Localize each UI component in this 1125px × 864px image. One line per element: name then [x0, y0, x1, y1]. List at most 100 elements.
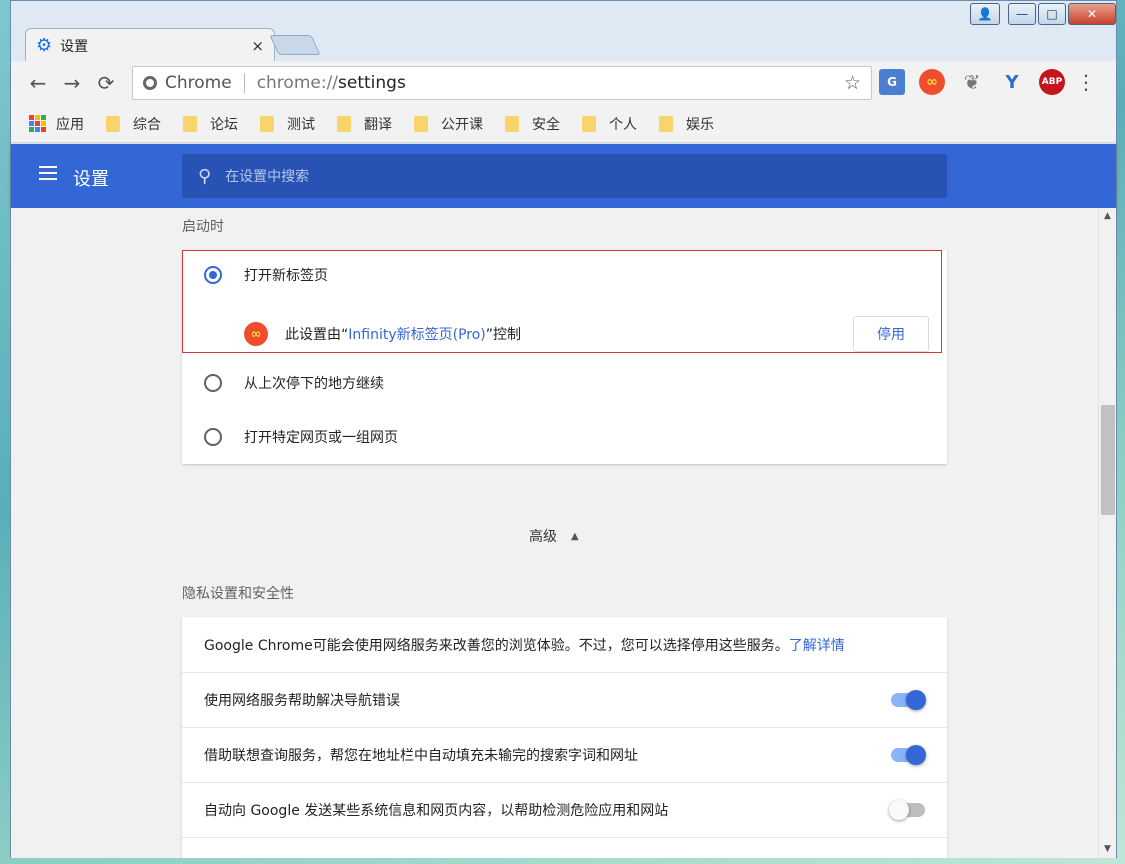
site-name: Chrome	[165, 73, 232, 93]
reload-button[interactable]: ⟳	[89, 71, 123, 95]
tab-title: 设置	[60, 38, 89, 55]
url-path: settings	[338, 73, 406, 93]
bookmark-label: 个人	[609, 116, 637, 133]
bookmark-label: 娱乐	[686, 116, 714, 133]
gear-icon: ⚙	[36, 35, 53, 56]
bookmark-label: 公开课	[441, 116, 483, 133]
privacy-toggle-row[interactable]: 借助联想查询服务，帮您在地址栏中自动填充未输完的搜索字词和网址	[182, 727, 947, 782]
toggle-switch[interactable]	[891, 745, 926, 765]
control-suffix: ”控制	[485, 327, 522, 343]
startup-option-specific-pages[interactable]: 打开特定网页或一组网页	[182, 410, 947, 464]
tab-strip: ⚙ 设置 × 👤 — □ ✕	[11, 1, 1116, 62]
infinity-extension-icon[interactable]: ∞	[919, 69, 945, 95]
settings-content: 启动时 打开新标签页 ∞ 此设置由“ Infinity新标签页(Pro) ”控制…	[11, 208, 1098, 858]
toggle-label: 自动向 Google 发送某些系统信息和网页内容，以帮助检测危险应用和网站	[204, 803, 669, 819]
page-title: 设置	[73, 169, 109, 190]
folder-icon	[183, 115, 197, 132]
radio-icon[interactable]	[204, 428, 222, 446]
disable-button[interactable]: 停用	[853, 316, 929, 352]
privacy-section-title: 隐私设置和安全性	[182, 586, 294, 602]
privacy-intro-text: Google Chrome可能会使用网络服务来改善您的浏览体验。不过，您可以选择…	[204, 635, 925, 655]
forward-button[interactable]: →	[55, 71, 89, 95]
bookmark-label: 论坛	[210, 116, 238, 133]
folder-icon	[260, 115, 274, 132]
bookmark-label: 翻译	[364, 116, 392, 133]
option-label: 打开新标签页	[244, 268, 328, 284]
control-prefix: 此设置由“	[285, 327, 349, 343]
bookmark-label: 应用	[56, 116, 84, 133]
close-window-button[interactable]: ✕	[1068, 3, 1116, 25]
option-label: 打开特定网页或一组网页	[244, 430, 398, 446]
toggle-label: 借助联想查询服务，帮您在地址栏中自动填充未输完的搜索字词和网址	[204, 748, 638, 764]
bookmark-folder[interactable]: 测试	[260, 114, 315, 134]
bookmark-folder[interactable]: 综合	[106, 114, 161, 134]
new-tab-button[interactable]	[269, 35, 321, 55]
advanced-label: 高级	[529, 529, 557, 545]
tab-close-button[interactable]: ×	[251, 37, 264, 55]
y-extension-icon[interactable]: Y	[999, 69, 1025, 95]
menu-icon[interactable]	[39, 166, 57, 184]
privacy-toggle-row[interactable]: 使用网络服务帮助解决导航错误	[182, 672, 947, 727]
bookmark-apps[interactable]: 应用	[29, 114, 84, 134]
toggle-switch[interactable]	[889, 800, 925, 820]
extension-name: Infinity新标签页(Pro)	[348, 327, 486, 343]
bookmark-label: 综合	[133, 116, 161, 133]
toggle-switch[interactable]	[891, 690, 926, 710]
advanced-toggle[interactable]: 高级 ▲	[529, 526, 579, 546]
bookmark-star-icon[interactable]: ☆	[844, 72, 861, 94]
radio-checked-icon[interactable]	[204, 266, 222, 284]
bookmark-label: 测试	[287, 116, 315, 133]
toggle-label: 使用网络服务帮助解决导航错误	[204, 693, 400, 709]
minimize-button[interactable]: —	[1008, 3, 1036, 25]
folder-icon	[414, 115, 428, 132]
extensions-area: G ∞ ❦ Y ABP ⋮	[879, 69, 1096, 95]
maximize-button[interactable]: □	[1038, 3, 1066, 25]
profile-button[interactable]: 👤	[970, 3, 1000, 25]
chevron-up-icon: ▲	[571, 530, 579, 542]
adblock-plus-icon[interactable]: ABP	[1039, 69, 1065, 95]
learn-more-link[interactable]: 了解详情	[789, 638, 845, 654]
option-label: 从上次停下的地方继续	[244, 376, 384, 392]
folder-icon	[659, 115, 673, 132]
privacy-card: Google Chrome可能会使用网络服务来改善您的浏览体验。不过，您可以选择…	[182, 617, 947, 858]
search-input[interactable]	[225, 168, 826, 184]
folder-icon	[337, 115, 351, 132]
bookmark-folder[interactable]: 个人	[582, 114, 637, 134]
infinity-icon: ∞	[244, 322, 268, 346]
bookmark-folder[interactable]: 安全	[505, 114, 560, 134]
window-controls: 👤 — □ ✕	[970, 3, 1116, 25]
settings-header: 设置 ⚲	[11, 144, 1116, 208]
toolbar: ← → ⟳ Chrome chrome://settings ☆ G ∞ ❦ Y…	[11, 61, 1116, 105]
translate-extension-icon[interactable]: G	[879, 69, 905, 95]
leaf-extension-icon[interactable]: ❦	[959, 69, 985, 95]
privacy-intro: Google Chrome可能会使用网络服务来改善您的浏览体验。不过，您可以选择…	[182, 617, 947, 672]
address-bar[interactable]: Chrome chrome://settings ☆	[132, 66, 872, 100]
user-icon: 👤	[977, 7, 993, 21]
scroll-up-arrow-icon[interactable]: ▲	[1099, 208, 1116, 225]
startup-section-title: 启动时	[182, 219, 224, 235]
folder-icon	[582, 115, 596, 132]
scrollbar-thumb[interactable]	[1101, 405, 1115, 515]
bookmark-label: 安全	[532, 116, 560, 133]
bookmarks-bar: 应用 综合 论坛 测试 翻译 公开课 安全 个人 娱乐	[11, 105, 1116, 143]
bookmark-folder[interactable]: 翻译	[337, 114, 392, 134]
back-button[interactable]: ←	[21, 71, 55, 95]
privacy-toggle-row[interactable]: 自动向 Google 发送某些系统信息和网页内容，以帮助检测危险应用和网站	[182, 782, 947, 837]
chrome-menu-icon[interactable]: ⋮	[1076, 69, 1096, 95]
folder-icon	[505, 115, 519, 132]
scroll-down-arrow-icon[interactable]: ▼	[1099, 841, 1116, 858]
omnibox-divider	[243, 73, 245, 93]
scrollbar[interactable]: ▲ ▼	[1098, 208, 1116, 858]
bookmark-folder[interactable]: 公开课	[414, 114, 483, 134]
radio-icon[interactable]	[204, 374, 222, 392]
startup-option-continue[interactable]: 从上次停下的地方继续	[182, 356, 947, 410]
bookmark-folder[interactable]: 娱乐	[659, 114, 714, 134]
url-scheme: chrome://	[256, 73, 339, 93]
tab-settings[interactable]: ⚙ 设置 ×	[25, 28, 275, 62]
bookmark-folder[interactable]: 论坛	[183, 114, 238, 134]
startup-card: 打开新标签页 ∞ 此设置由“ Infinity新标签页(Pro) ”控制 停用 …	[182, 250, 947, 464]
extension-control-row: ∞ 此设置由“ Infinity新标签页(Pro) ”控制 停用	[244, 316, 934, 352]
settings-search[interactable]: ⚲	[182, 154, 947, 198]
url-text[interactable]: chrome://settings	[257, 73, 844, 93]
startup-option-new-tab[interactable]: 打开新标签页	[182, 250, 947, 300]
